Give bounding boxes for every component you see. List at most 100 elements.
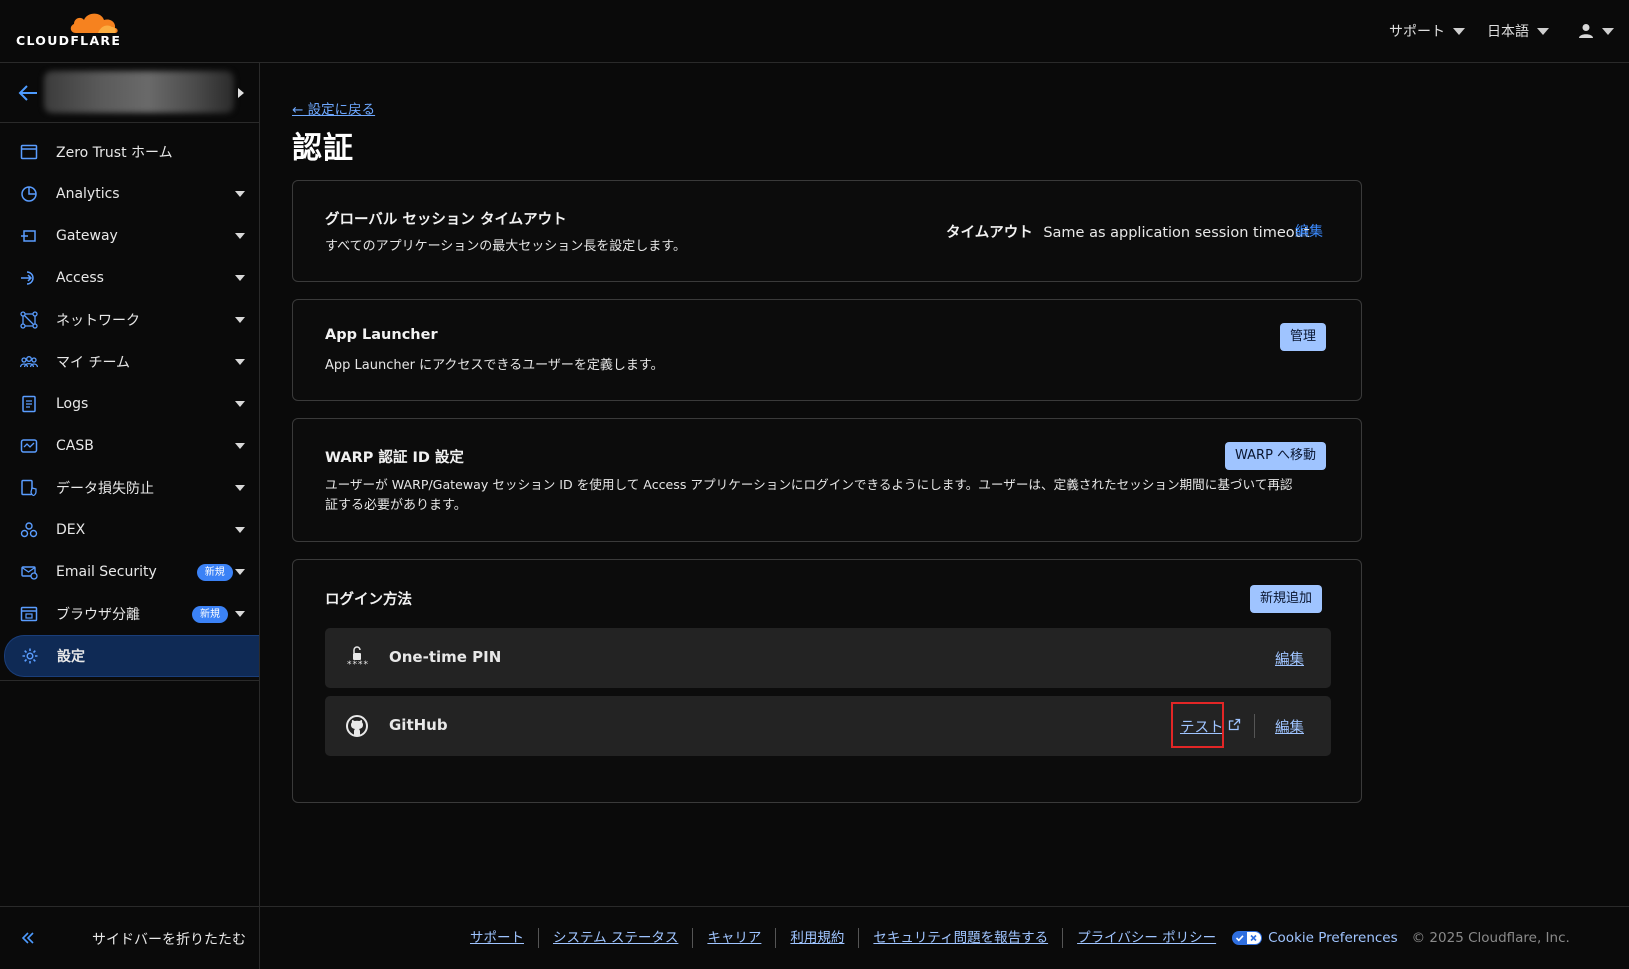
sidebar-item-zero-trust-home[interactable]: Zero Trust ホーム [0, 131, 259, 173]
sidebar-item-analytics[interactable]: Analytics [0, 173, 259, 215]
card-title: App Launcher [325, 327, 438, 343]
warp-auth-card: WARP 認証 ID 設定 ユーザーが WARP/Gateway セッション I… [292, 418, 1362, 542]
sidebar-item-settings[interactable]: 設定 [4, 635, 259, 677]
sidebar-item-casb[interactable]: CASB [0, 425, 259, 467]
timeout-display: タイムアウト Same as application session timeo… [946, 221, 1310, 242]
app-launcher-card: App Launcher App Launcher にアクセスできるユーザーを定… [292, 299, 1362, 401]
back-to-settings-link[interactable]: ← 設定に戻る [292, 98, 375, 118]
gear-icon [21, 647, 39, 665]
pin-stars: **** [347, 660, 369, 670]
sidebar-item-browser-isolation[interactable]: ブラウザ分離 新規 [0, 593, 259, 635]
edit-one-time-pin-link[interactable]: 編集 [1275, 648, 1304, 669]
sidebar-item-label: Logs [56, 396, 89, 412]
sidebar-item-logs[interactable]: Logs [0, 383, 259, 425]
account-switcher[interactable] [0, 63, 259, 123]
card-description: ユーザーが WARP/Gateway セッション ID を使用して Access… [325, 474, 1293, 516]
new-badge: 新規 [192, 605, 228, 623]
user-menu[interactable] [1578, 20, 1614, 42]
sidebar-item-label: Gateway [56, 228, 118, 244]
chevron-down-icon [235, 401, 245, 407]
footer-link-system-status[interactable]: システム ステータス [539, 928, 694, 948]
user-icon [1579, 24, 1593, 38]
sidebar: Zero Trust ホーム Analytics Gateway Access [0, 63, 260, 969]
chevron-down-icon [1537, 27, 1549, 35]
sidebar-item-label: DEX [56, 522, 86, 538]
sidebar-item-access[interactable]: Access [0, 257, 259, 299]
method-name: GitHub [389, 716, 448, 734]
chevron-down-icon [235, 275, 245, 281]
chevron-down-icon [1602, 27, 1614, 35]
card-title: ログイン方法 [325, 592, 412, 608]
go-to-warp-button[interactable]: WARP へ移動 [1225, 442, 1327, 470]
network-icon [20, 311, 38, 329]
pin-lock-icon: **** [345, 646, 369, 670]
chevron-down-icon [235, 527, 245, 533]
external-link-icon[interactable] [1228, 718, 1241, 731]
chevron-down-icon [235, 191, 245, 197]
edit-timeout-link[interactable]: 編集 [1295, 221, 1323, 241]
sidebar-item-network[interactable]: ネットワーク [0, 299, 259, 341]
highlight-box [1171, 702, 1224, 748]
chevron-down-icon [235, 485, 245, 491]
card-title: グローバル セッション タイムアウト [325, 212, 567, 228]
description-line: 証する必要があります。 [325, 498, 467, 513]
add-new-button[interactable]: 新規追加 [1250, 585, 1323, 613]
login-method-one-time-pin: **** One-time PIN 編集 [325, 628, 1331, 688]
method-name: One-time PIN [389, 648, 502, 666]
manage-button[interactable]: 管理 [1280, 323, 1327, 351]
github-icon [345, 714, 369, 738]
chevron-down-icon [235, 317, 245, 323]
email-security-icon [20, 563, 38, 581]
sidebar-item-dex[interactable]: DEX [0, 509, 259, 551]
casb-icon [20, 437, 38, 455]
card-description: App Launcher にアクセスできるユーザーを定義します。 [325, 358, 664, 373]
cloudflare-logo[interactable]: CLOUDFLARE [16, 9, 126, 51]
sidebar-item-my-team[interactable]: マイ チーム [0, 341, 259, 383]
account-name-blurred [44, 71, 234, 113]
cookie-preferences-label: Cookie Preferences [1268, 930, 1398, 946]
sidebar-item-gateway[interactable]: Gateway [0, 215, 259, 257]
support-menu[interactable]: サポート [1389, 20, 1465, 42]
sidebar-item-label: マイ チーム [56, 355, 131, 371]
timeout-label: タイムアウト [946, 225, 1033, 241]
footer: サポート システム ステータス キャリア 利用規約 セキュリティ問題を報告する … [260, 906, 1629, 969]
chevron-down-icon [235, 233, 245, 239]
collapse-sidebar-button[interactable]: サイドバーを折りたたむ [0, 906, 259, 969]
login-method-github: GitHub テスト 編集 [325, 696, 1331, 756]
footer-link-support[interactable]: サポート [470, 928, 539, 948]
language-label: 日本語 [1487, 24, 1529, 40]
footer-link-terms[interactable]: 利用規約 [776, 928, 860, 948]
sidebar-item-label: データ損失防止 [56, 481, 154, 497]
new-badge: 新規 [196, 563, 233, 581]
language-menu[interactable]: 日本語 [1487, 20, 1549, 42]
chevron-down-icon [235, 359, 245, 365]
footer-link-careers[interactable]: キャリア [693, 928, 777, 948]
arrow-left-icon[interactable] [17, 83, 39, 103]
sidebar-item-label: Zero Trust ホーム [56, 145, 173, 161]
sidebar-item-label: Analytics [56, 186, 120, 202]
dlp-icon [20, 479, 38, 497]
edit-github-link[interactable]: 編集 [1275, 716, 1304, 737]
gateway-icon [20, 227, 38, 245]
footer-link-report-security[interactable]: セキュリティ問題を報告する [859, 928, 1064, 948]
logs-icon [20, 395, 38, 413]
main-content: ← 設定に戻る 認証 グローバル セッション タイムアウト すべてのアプリケーシ… [260, 63, 1629, 906]
footer-link-privacy[interactable]: プライバシー ポリシー [1063, 928, 1230, 948]
sidebar-item-dlp[interactable]: データ損失防止 [0, 467, 259, 509]
cookie-preferences-link[interactable]: Cookie Preferences [1232, 930, 1398, 946]
sidebar-item-email-security[interactable]: Email Security 新規 [0, 551, 259, 593]
sidebar-nav: Zero Trust ホーム Analytics Gateway Access [0, 131, 259, 677]
top-header: CLOUDFLARE サポート 日本語 [0, 0, 1629, 63]
login-methods-card: ログイン方法 新規追加 **** One-time PIN 編集 GitHub … [292, 559, 1362, 803]
footer-links: サポート システム ステータス キャリア 利用規約 セキュリティ問題を報告する … [470, 928, 1570, 948]
support-label: サポート [1389, 24, 1445, 40]
privacy-toggle-icon [1232, 931, 1263, 945]
page-title: 認証 [292, 131, 354, 166]
logo-text: CLOUDFLARE [16, 33, 122, 48]
sidebar-divider [0, 680, 259, 681]
chevron-down-icon [235, 611, 245, 617]
collapse-sidebar-label: サイドバーを折りたたむ [92, 932, 246, 948]
session-timeout-card: グローバル セッション タイムアウト すべてのアプリケーションの最大セッション長… [292, 180, 1362, 282]
pie-chart-icon [20, 185, 38, 203]
dex-icon [20, 521, 38, 539]
